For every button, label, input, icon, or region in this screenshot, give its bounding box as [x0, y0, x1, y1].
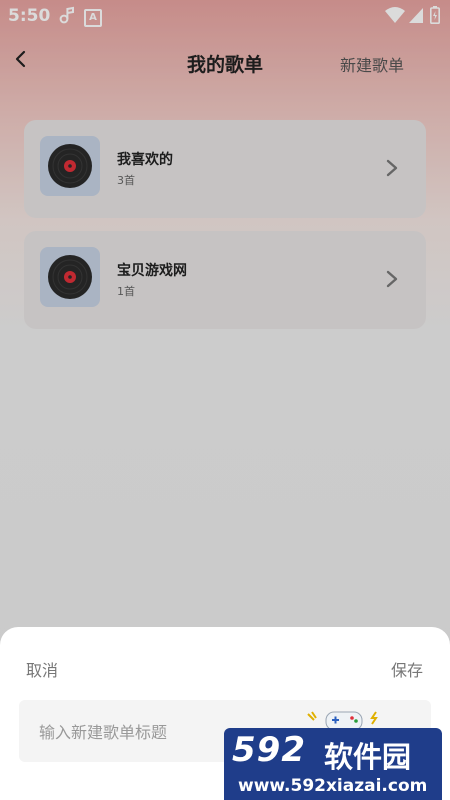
save-button[interactable]: 保存	[391, 657, 423, 681]
watermark-bottom: www.592xiazai.com	[224, 773, 442, 800]
watermark-top: 592 软件园	[224, 728, 442, 774]
watermark: 592 软件园 www.592xiazai.com	[224, 728, 442, 800]
watermark-logo: 592	[232, 730, 306, 770]
cancel-button[interactable]: 取消	[26, 657, 58, 681]
watermark-url: www.592xiazai.com	[238, 776, 428, 796]
watermark-title: 软件园	[324, 740, 412, 774]
